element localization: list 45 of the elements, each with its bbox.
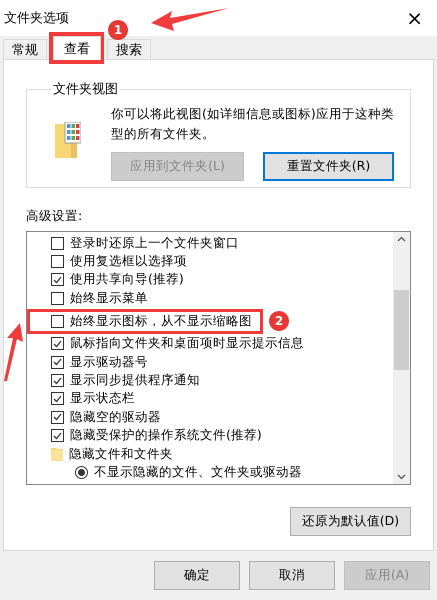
tab[interactable]: 常规 <box>3 39 47 60</box>
checkbox[interactable] <box>51 374 64 388</box>
dialog-button[interactable]: 取消 <box>249 561 335 590</box>
radio-button[interactable] <box>75 466 88 479</box>
restore-defaults-button[interactable]: 还原为默认值(D) <box>290 507 411 536</box>
option-label: 始终显示图标，从不显示缩略图 <box>70 312 252 330</box>
option-label: 使用共享向导(推荐) <box>70 271 184 288</box>
section-label: 高级设置: <box>26 208 84 225</box>
checkbox[interactable] <box>51 429 64 442</box>
folder-view-icon <box>55 122 81 158</box>
scroll-up-icon[interactable] <box>397 236 406 242</box>
arrow-icon <box>150 6 230 32</box>
option-label: 登录时还原上一个文件夹窗口 <box>70 234 239 252</box>
option-group-label: 隐藏文件和文件夹 <box>69 446 173 463</box>
checkbox[interactable] <box>51 236 64 250</box>
checkbox[interactable] <box>51 314 64 328</box>
step-badge: 2 <box>269 311 289 332</box>
description-text: 你可以将此视图(如详细信息或图标)应用于这种类型的所有文件夹。 <box>111 105 395 143</box>
checkbox[interactable] <box>51 337 64 350</box>
checkbox[interactable] <box>51 356 64 369</box>
group-title: 文件夹视图 <box>52 81 119 98</box>
option-label: 隐藏受保护的操作系统文件(推荐) <box>70 427 262 444</box>
option-label: 显示驱动器号 <box>70 354 148 371</box>
checkbox[interactable] <box>51 410 64 424</box>
checkbox[interactable] <box>51 392 64 406</box>
option-label: 鼠标指向文件夹和桌面项时显示提示信息 <box>70 335 304 352</box>
option-label: 显示同步提供程序通知 <box>70 372 200 390</box>
option-label: 显示状态栏 <box>70 390 135 408</box>
option-label: 隐藏空的驱动器 <box>70 408 161 426</box>
scrollbar[interactable] <box>393 232 410 484</box>
dialog-button[interactable]: 确定 <box>154 561 240 590</box>
close-button[interactable]: × <box>400 6 429 30</box>
folder-icon <box>51 447 63 462</box>
tab[interactable]: 查看 <box>53 36 101 60</box>
scroll-down-icon[interactable] <box>397 474 406 480</box>
checkbox[interactable] <box>51 273 64 286</box>
checkbox[interactable] <box>51 292 64 305</box>
reset-folders-button[interactable]: 重置文件夹(R) <box>263 152 394 181</box>
option-label: 使用复选框以选择项 <box>70 253 187 270</box>
window-title: 文件夹选项 <box>4 10 69 27</box>
checkbox[interactable] <box>51 255 64 268</box>
tab[interactable]: 搜索 <box>107 39 151 60</box>
option-label: 不显示隐藏的文件、文件夹或驱动器 <box>94 464 302 481</box>
option-label: 始终显示菜单 <box>70 290 148 307</box>
arrow-icon <box>3 322 24 382</box>
